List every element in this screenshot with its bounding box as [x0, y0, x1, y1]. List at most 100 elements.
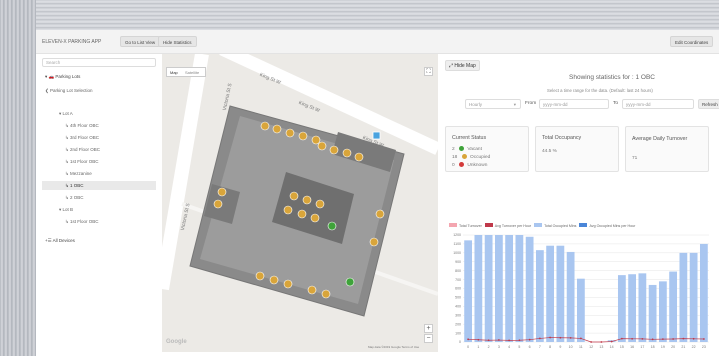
fullscreen-icon[interactable]: ⛶ [424, 67, 433, 76]
bar-total-occupied-mins[interactable] [617, 275, 626, 342]
range-select[interactable]: Hourly ▾ [465, 99, 521, 109]
occupied-spot-icon[interactable] [289, 191, 299, 201]
tree-floor-item[interactable]: ↳ Mezzanine [65, 171, 92, 177]
bar-total-occupied-mins[interactable] [535, 250, 544, 342]
list-view-button[interactable]: Go to List View [120, 36, 161, 47]
occupied-spot-icon[interactable] [354, 152, 364, 162]
bar-total-occupied-mins[interactable] [515, 235, 524, 342]
point-total-turnover[interactable] [549, 336, 552, 339]
point-total-turnover[interactable] [497, 339, 500, 341]
occupied-spot-icon[interactable] [310, 213, 320, 223]
tree-floor-item[interactable]: ↳ 1st Floor OBC [65, 219, 99, 225]
occupied-spot-icon[interactable] [285, 128, 295, 138]
bar-total-occupied-mins[interactable] [628, 274, 637, 342]
occupied-spot-icon[interactable] [213, 199, 223, 209]
bar-total-occupied-mins[interactable] [576, 278, 585, 342]
point-total-turnover[interactable] [651, 338, 654, 341]
bar-total-occupied-mins[interactable] [546, 245, 555, 342]
occupied-spot-icon[interactable] [375, 209, 385, 219]
point-total-turnover[interactable] [610, 340, 613, 343]
point-total-turnover[interactable] [600, 341, 603, 343]
tree-floor-item[interactable]: ↳ 1st Floor OBC [65, 159, 99, 165]
point-total-turnover[interactable] [477, 338, 480, 341]
tree-lot-b[interactable]: ▾ Lot B [59, 207, 73, 213]
tree-floor-item[interactable]: ↳ 4th Floor OBC [65, 123, 99, 129]
bar-total-occupied-mins[interactable] [494, 235, 503, 342]
bar-total-occupied-mins[interactable] [505, 235, 514, 342]
point-total-turnover[interactable] [569, 336, 572, 339]
bar-total-occupied-mins[interactable] [464, 240, 473, 342]
point-total-turnover[interactable] [559, 336, 562, 339]
point-total-turnover[interactable] [641, 337, 644, 340]
occupied-spot-icon[interactable] [298, 131, 308, 141]
bar-total-occupied-mins[interactable] [679, 252, 688, 342]
tree-floor-item[interactable]: ↳ 3rd Floor OBC [65, 135, 99, 141]
zoom-in-button[interactable]: + [424, 324, 433, 333]
map-view[interactable]: King St W King St W King St W Victoria S… [162, 54, 438, 352]
bar-total-occupied-mins[interactable] [689, 252, 698, 342]
bar-total-occupied-mins[interactable] [638, 273, 647, 342]
point-total-turnover[interactable] [702, 338, 705, 340]
tab-map[interactable]: Map [170, 70, 178, 75]
point-total-turnover[interactable] [538, 337, 541, 340]
occupied-spot-icon[interactable] [342, 148, 352, 158]
point-total-turnover[interactable] [467, 338, 470, 341]
tab-satellite[interactable]: Satellite [185, 70, 199, 75]
map-attribution[interactable]: Map data ©2019 Google Terms of Use [368, 345, 419, 349]
occupied-spot-icon[interactable] [269, 275, 279, 285]
occupied-spot-icon[interactable] [307, 285, 317, 295]
bar-total-occupied-mins[interactable] [658, 281, 667, 342]
occupied-spot-icon[interactable] [329, 145, 339, 155]
occupied-spot-icon[interactable] [315, 199, 325, 209]
occupied-spot-icon[interactable] [321, 289, 331, 299]
bar-total-occupied-mins[interactable] [699, 243, 708, 342]
bar-total-occupied-mins[interactable] [669, 271, 678, 342]
tree-lot-a[interactable]: ▾ Lot A [59, 111, 73, 117]
occupied-spot-icon[interactable] [317, 141, 327, 151]
occupied-spot-icon[interactable] [369, 237, 379, 247]
refresh-button[interactable]: Refresh [698, 99, 719, 109]
tree-parking-lots[interactable]: ▾ 🚗 Parking Lots [45, 74, 80, 80]
hide-statistics-button[interactable]: Hide Statistics [158, 36, 197, 47]
edit-coordinates-button[interactable]: Edit Coordinates [670, 36, 714, 47]
point-total-turnover[interactable] [518, 339, 521, 342]
point-total-turnover[interactable] [590, 341, 593, 343]
bar-total-occupied-mins[interactable] [525, 236, 534, 342]
point-total-turnover[interactable] [682, 337, 685, 340]
tree-lot-selection[interactable]: ❮ Parking Lot Selection [45, 88, 93, 94]
bar-total-occupied-mins[interactable] [474, 235, 483, 342]
bar-total-occupied-mins[interactable] [484, 235, 493, 342]
point-total-turnover[interactable] [579, 337, 582, 340]
point-total-turnover[interactable] [487, 339, 490, 342]
occupied-spot-icon[interactable] [302, 195, 312, 205]
occupied-spot-icon[interactable] [272, 124, 282, 134]
vacant-spot-icon[interactable] [327, 221, 337, 231]
bar-total-occupied-mins[interactable] [648, 284, 657, 342]
point-total-turnover[interactable] [528, 338, 531, 341]
tree-all-devices[interactable]: +☰ All Devices [45, 238, 75, 244]
vacant-spot-icon[interactable] [345, 277, 355, 287]
hide-map-button[interactable]: ⤢ Hide Map [445, 60, 480, 71]
search-input[interactable]: Search [42, 58, 156, 67]
occupied-spot-icon[interactable] [255, 271, 265, 281]
tree-floor-item[interactable]: ↳ 2nd Floor OBC [65, 147, 100, 153]
occupied-spot-icon[interactable] [311, 135, 321, 145]
occupied-spot-icon[interactable] [283, 205, 293, 215]
point-total-turnover[interactable] [692, 337, 695, 340]
occupied-spot-icon[interactable] [283, 279, 293, 289]
occupied-spot-icon[interactable] [297, 209, 307, 219]
occupied-spot-icon[interactable] [260, 121, 270, 131]
bar-total-occupied-mins[interactable] [556, 245, 565, 342]
app-brand[interactable]: ELEVEN-X PARKING APP [42, 39, 101, 45]
from-date-input[interactable]: yyyy-mm-dd [539, 99, 609, 109]
point-total-turnover[interactable] [631, 337, 634, 340]
point-total-turnover[interactable] [661, 338, 664, 341]
tree-floor-item-selected[interactable]: ↳ 1 OBC [65, 183, 84, 189]
zoom-out-button[interactable]: − [424, 334, 433, 343]
occupied-spot-icon[interactable] [217, 187, 227, 197]
tree-floor-item[interactable]: ↳ 2 OBC [65, 195, 84, 201]
bar-total-occupied-mins[interactable] [566, 251, 575, 342]
point-total-turnover[interactable] [620, 337, 623, 340]
to-date-input[interactable]: yyyy-mm-dd [622, 99, 694, 109]
point-total-turnover[interactable] [672, 338, 675, 340]
